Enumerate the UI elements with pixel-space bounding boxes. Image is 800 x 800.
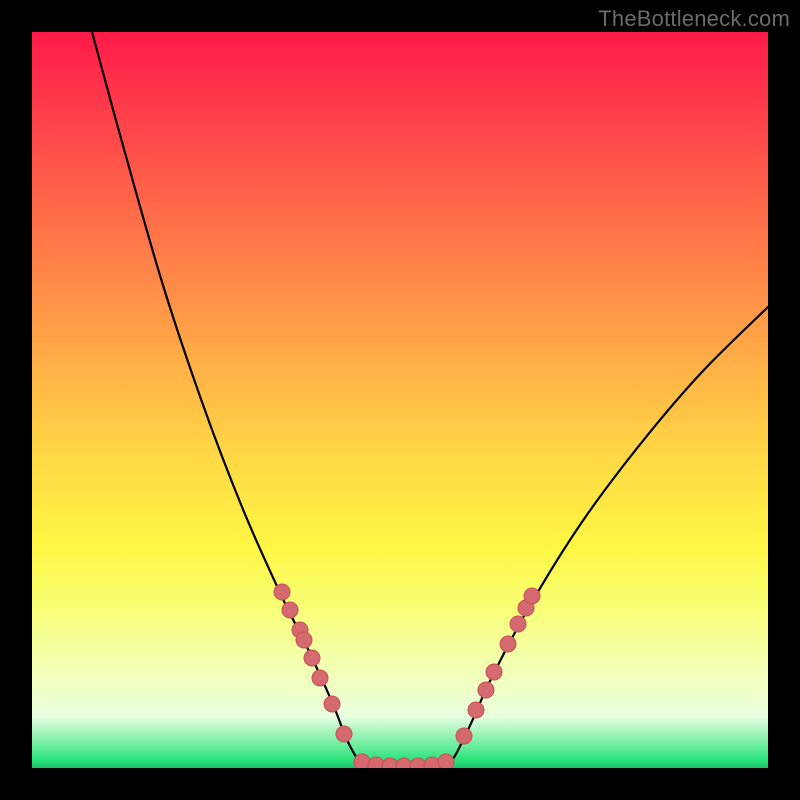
data-dot <box>336 726 352 742</box>
data-dot <box>500 636 516 652</box>
plot-area <box>32 32 768 768</box>
chart-frame: TheBottleneck.com <box>0 0 800 800</box>
data-dots <box>274 584 540 768</box>
bottleneck-curve <box>92 32 768 767</box>
data-dot <box>510 616 526 632</box>
data-dot <box>486 664 502 680</box>
data-dot <box>468 702 484 718</box>
data-dot <box>456 728 472 744</box>
data-dot <box>282 602 298 618</box>
data-dot <box>438 754 454 768</box>
curve-svg <box>32 32 768 768</box>
data-dot <box>478 682 494 698</box>
watermark-text: TheBottleneck.com <box>598 6 790 32</box>
data-dot <box>312 670 328 686</box>
data-dot <box>304 650 320 666</box>
data-dot <box>296 632 312 648</box>
data-dot <box>524 588 540 604</box>
data-dot <box>410 758 426 768</box>
data-dot <box>324 696 340 712</box>
data-dot <box>274 584 290 600</box>
